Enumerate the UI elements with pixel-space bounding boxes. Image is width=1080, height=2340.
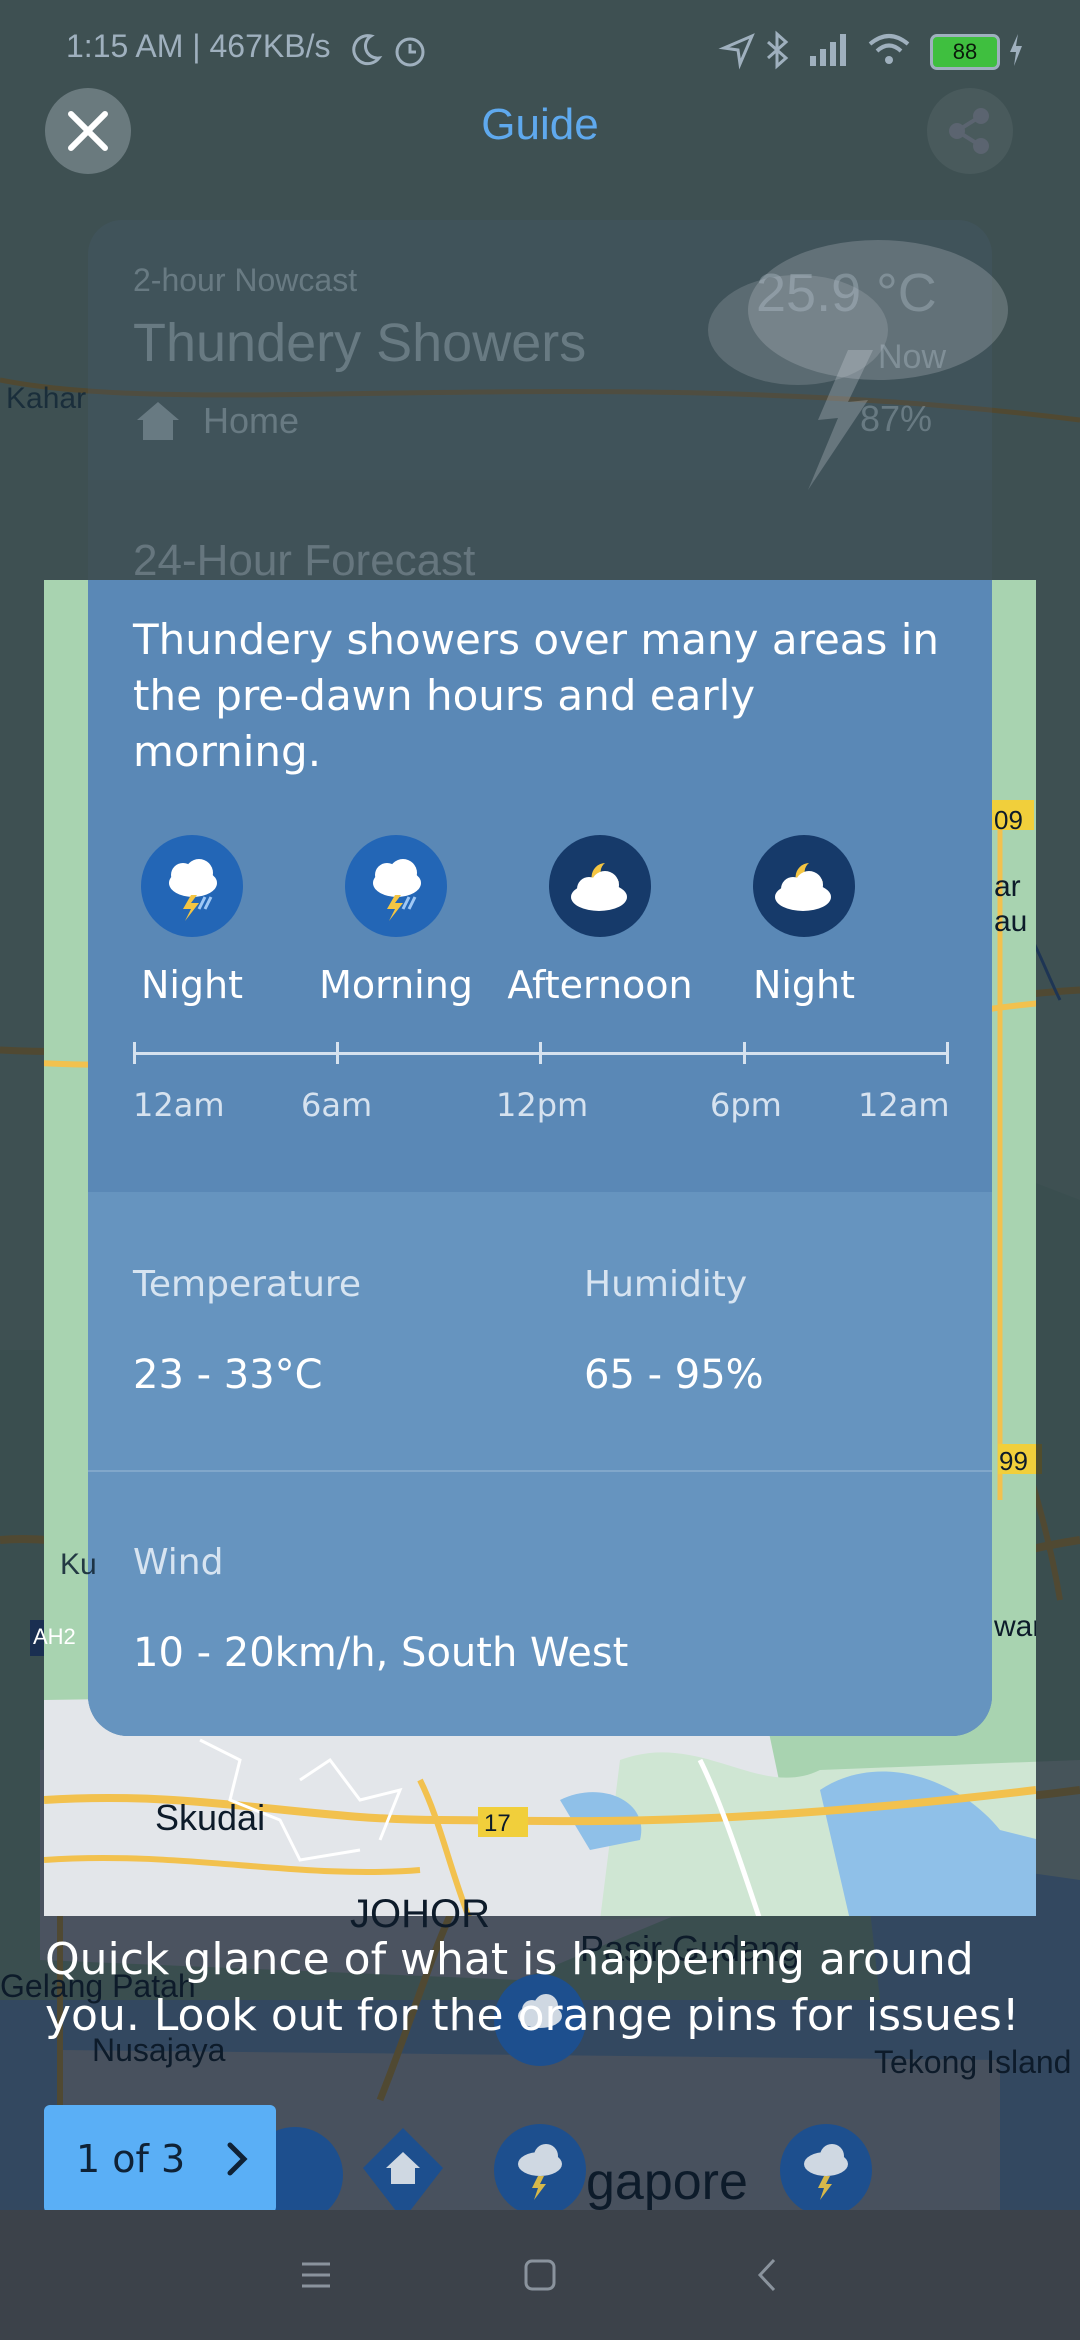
status-time: 1:15 AM | 467KB/s: [66, 28, 331, 64]
map-label-kahang: Kahar: [6, 382, 87, 415]
nowcast-card: 2-hour Nowcast Thundery Showers Home 25.…: [88, 220, 1008, 490]
forecast-summary: Thundery showers over many areas in the …: [133, 615, 940, 776]
divider: [88, 1470, 992, 1472]
location-arrow-icon: [718, 33, 755, 70]
temperature-label: Temperature: [133, 1264, 362, 1305]
share-icon: [949, 108, 989, 154]
map-label-edge-war: war: [994, 1610, 1036, 1643]
weather-pin-thunderstorm-icon[interactable]: [490, 2120, 590, 2220]
wind-label: Wind: [133, 1542, 224, 1583]
map-label-road-17: 17: [484, 1810, 511, 1837]
period-label: Night: [752, 963, 856, 1007]
weather-pin-thunderstorm-icon[interactable]: [776, 2120, 876, 2220]
map-label-singapore: gapore: [586, 2153, 748, 2211]
nowcast-location: Home: [203, 400, 300, 441]
signal-icon: [810, 34, 846, 66]
thunderstorm-icon: [141, 835, 243, 937]
timeline-tick: [946, 1042, 949, 1064]
map-label-edge-ku: Ku: [60, 1548, 97, 1581]
menu-icon[interactable]: [276, 2240, 356, 2310]
step-counter: 1 of 3: [76, 2137, 186, 2181]
charging-icon: [1010, 34, 1022, 66]
thundercloud-illustration-icon: [708, 240, 1008, 490]
map-label-tekong: Tekong Island: [874, 2044, 1072, 2080]
map-label-road-99: 99: [999, 1446, 1028, 1476]
map-label-edge-ar: ar: [994, 870, 1021, 903]
status-bar: 1:15 AM | 467KB/s 88: [0, 0, 1080, 100]
home-button-icon[interactable]: [500, 2240, 580, 2310]
share-button[interactable]: [927, 88, 1013, 174]
timeline-label: 6am: [301, 1086, 373, 1124]
forecast-periods-panel: Thundery showers over many areas in the …: [88, 580, 992, 1192]
back-icon[interactable]: [728, 2240, 808, 2310]
timeline-axis: [133, 1042, 949, 1064]
period-night-1: Night: [92, 835, 292, 1007]
map-label-road-09: 09: [994, 805, 1023, 835]
page-title: Guide: [481, 100, 599, 149]
battery-level: 88: [952, 39, 978, 64]
timeline-tick: [743, 1042, 746, 1064]
home-icon: [137, 402, 179, 440]
next-step-button[interactable]: 1 of 3: [44, 2105, 276, 2213]
timeline-tick: [539, 1042, 542, 1064]
timeline-label: 12pm: [496, 1086, 589, 1124]
humidity-label: Humidity: [584, 1264, 748, 1305]
bluetooth-icon: [767, 30, 789, 70]
timeline-label: 12am: [858, 1086, 950, 1124]
nowcast-label: 2-hour Nowcast: [133, 262, 358, 298]
period-label: Morning: [319, 963, 473, 1007]
timeline-label: 12am: [133, 1086, 225, 1124]
nowcast-temperature: 25.9 °C: [756, 263, 937, 323]
period-label: Night: [140, 963, 244, 1007]
wind-value: 10 - 20km/h, South West: [133, 1630, 629, 1676]
period-night-2: Night: [704, 835, 904, 1007]
forecast-section-peek: 24-Hour Forecast: [88, 480, 992, 585]
battery-icon: 88: [930, 34, 1000, 70]
forecast-section-title: 24-Hour Forecast: [133, 536, 476, 585]
wifi-icon: [868, 34, 910, 64]
cloudy-night-icon: [549, 835, 651, 937]
map-label-johor: JOHOR: [350, 1892, 490, 1936]
nowcast-humidity: 87%: [860, 398, 933, 439]
coach-message: Quick glance of what is happening around…: [45, 1934, 1020, 2041]
nowcast-condition: Thundery Showers: [133, 313, 587, 373]
timeline-tick: [336, 1042, 339, 1064]
timeline-label: 6pm: [710, 1086, 782, 1124]
system-navigation-bar: [0, 2210, 1080, 2340]
moon-icon: [352, 34, 383, 66]
alarm-icon: [395, 37, 425, 67]
map-label-skudai: Skudai: [155, 1797, 266, 1838]
period-label: Afternoon: [507, 963, 693, 1007]
thunderstorm-icon: [345, 835, 447, 937]
map-label-road-ah2: AH2: [33, 1624, 76, 1649]
nowcast-when: Now: [878, 338, 947, 376]
map-label-edge-au: au: [994, 905, 1028, 938]
guide-spotlight: Skudai 17 99 09 ar au war Thundery showe…: [44, 580, 1036, 1916]
forecast-card: Thundery showers over many areas in the …: [88, 580, 992, 1736]
forecast-stats-panel: Temperature 23 - 33°C Humidity 65 - 95% …: [88, 1192, 992, 1736]
cloudy-night-icon: [753, 835, 855, 937]
timeline-tick: [133, 1042, 136, 1064]
temperature-value: 23 - 33°C: [133, 1352, 323, 1398]
period-morning: Morning: [296, 835, 496, 1007]
chevron-right-icon: [227, 2142, 248, 2176]
period-afternoon: Afternoon: [500, 835, 700, 1007]
humidity-value: 65 - 95%: [584, 1352, 764, 1398]
